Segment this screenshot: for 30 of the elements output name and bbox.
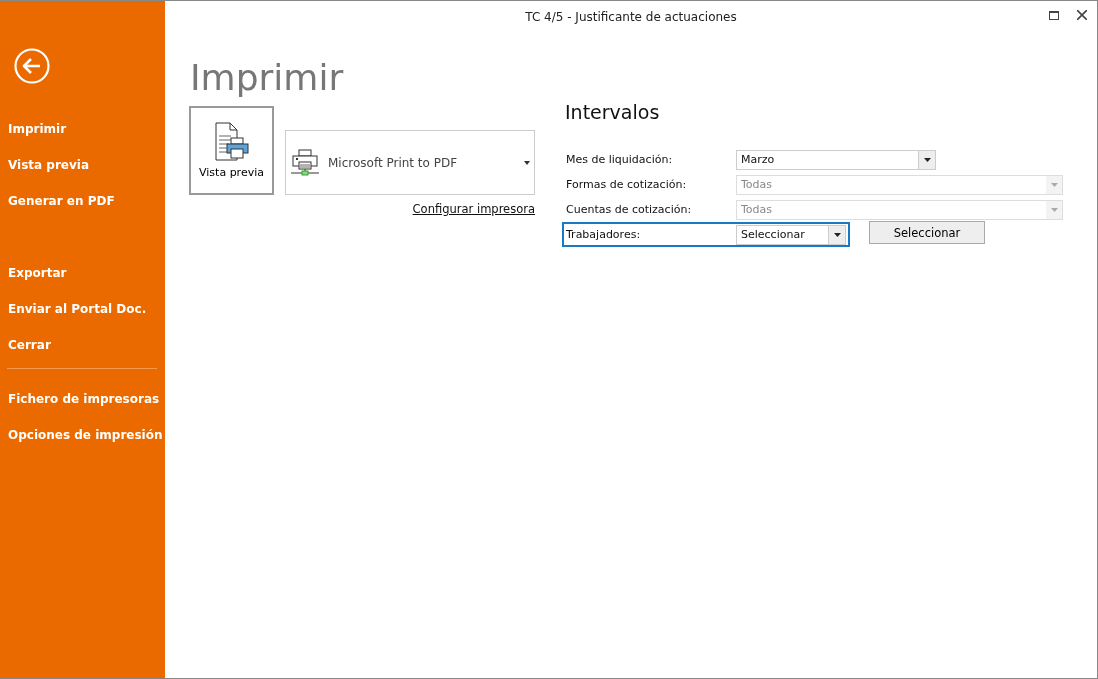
caret-icon: [1050, 207, 1058, 212]
sidebar-item[interactable]: Cerrar: [8, 327, 51, 363]
field-label: Cuentas de cotización:: [566, 203, 693, 216]
caret-icon: [524, 160, 530, 165]
sidebar-item[interactable]: Generar en PDF: [8, 183, 115, 219]
section-heading: Intervalos: [565, 101, 661, 123]
select-button[interactable]: Seleccionar: [869, 221, 985, 244]
page-heading: Imprimir: [190, 57, 345, 99]
configure-printer-link[interactable]: Configurar impresora: [412, 202, 535, 216]
caret-icon: [1050, 182, 1058, 187]
sidebar-item[interactable]: Exportar: [8, 255, 67, 291]
sidebar-item[interactable]: Vista previa: [8, 147, 90, 183]
field-label: Trabajadores:: [566, 228, 642, 241]
dropdown-field[interactable]: Marzo: [736, 149, 936, 170]
field-label: Formas de cotización:: [566, 178, 688, 191]
close-icon[interactable]: [1077, 10, 1087, 20]
window-title: TC 4/5 - Justificante de actuaciones: [525, 9, 737, 24]
printer-dropdown[interactable]: Microsoft Print to PDF: [285, 130, 535, 195]
sidebar-item[interactable]: Enviar al Portal Doc.: [8, 291, 147, 327]
caret-icon: [833, 232, 841, 237]
back-icon[interactable]: [14, 48, 50, 84]
sidebar-item[interactable]: Opciones de impresión: [8, 417, 163, 453]
sidebar-item[interactable]: Imprimir: [8, 111, 67, 147]
dropdown-field[interactable]: Seleccionar: [736, 224, 846, 245]
preview-button[interactable]: Vista previa: [189, 106, 274, 195]
printer-icon: [290, 147, 320, 178]
caret-icon: [923, 157, 931, 162]
sidebar-item[interactable]: Fichero de impresoras: [8, 381, 160, 417]
maximize-icon[interactable]: [1049, 10, 1059, 20]
field-label: Mes de liquidación:: [566, 153, 674, 166]
